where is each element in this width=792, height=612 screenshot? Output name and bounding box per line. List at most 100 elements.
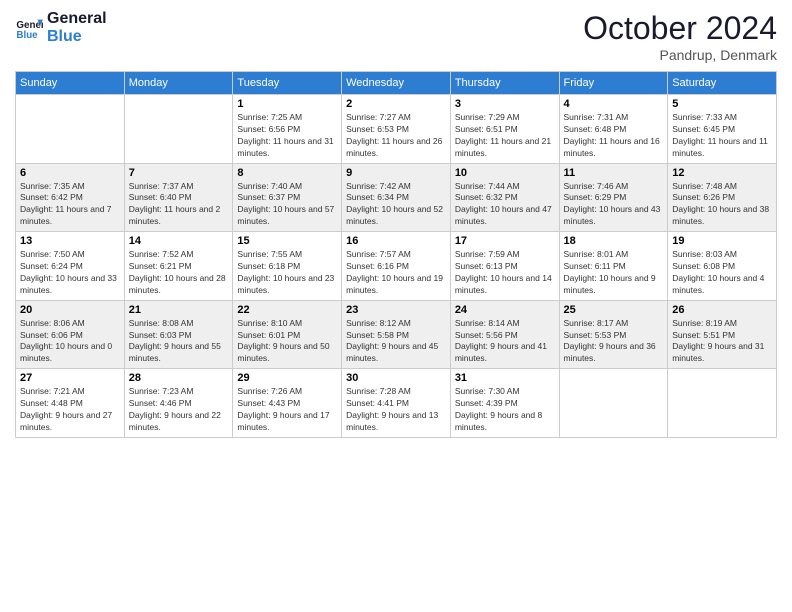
day-number: 26 — [672, 304, 772, 316]
calendar-cell: 22Sunrise: 8:10 AMSunset: 6:01 PMDayligh… — [233, 300, 342, 369]
logo-line1: General — [47, 10, 107, 28]
calendar-cell: 26Sunrise: 8:19 AMSunset: 5:51 PMDayligh… — [668, 300, 777, 369]
calendar-cell: 4 Sunrise: 7:31 AMSunset: 6:48 PMDaylight… — [559, 95, 668, 164]
calendar-week-row: 13Sunrise: 7:50 AMSunset: 6:24 PMDayligh… — [16, 232, 777, 301]
calendar-cell: 29 Sunrise: 7:26 AMSunset: 4:43 PMDayligh… — [233, 369, 342, 438]
day-number: 18 — [564, 235, 664, 247]
day-info: Sunrise: 7:21 AMSunset: 4:48 PMDaylight:… — [20, 386, 120, 434]
day-info: Sunrise: 8:06 AMSunset: 6:06 PMDaylight:… — [20, 318, 120, 366]
day-info: Sunrise: 8:01 AMSunset: 6:11 PMDaylight:… — [564, 249, 664, 297]
day-info: Sunrise: 7:44 AMSunset: 6:32 PMDaylight:… — [455, 181, 555, 229]
day-info: Sunrise: 7:31 AMSunset: 6:48 PMDaylight:… — [564, 112, 664, 160]
calendar-cell — [559, 369, 668, 438]
calendar-cell: 17 Sunrise: 7:59 AMSunset: 6:13 PMDayligh… — [450, 232, 559, 301]
calendar-cell: 11 Sunrise: 7:46 AMSunset: 6:29 PMDayligh… — [559, 163, 668, 232]
title-area: October 2024 Pandrup, Denmark — [583, 10, 777, 63]
day-number: 4 — [564, 98, 664, 110]
day-number: 12 — [672, 167, 772, 179]
weekday-header: Monday — [124, 72, 233, 95]
day-info: Sunrise: 7:28 AMSunset: 4:41 PMDaylight:… — [346, 386, 446, 434]
weekday-header: Thursday — [450, 72, 559, 95]
calendar-cell: 10 Sunrise: 7:44 AMSunset: 6:32 PMDayligh… — [450, 163, 559, 232]
calendar-cell: 9 Sunrise: 7:42 AMSunset: 6:34 PMDaylight… — [342, 163, 451, 232]
weekday-header-row: SundayMondayTuesdayWednesdayThursdayFrid… — [16, 72, 777, 95]
calendar-cell — [16, 95, 125, 164]
calendar-cell: 30 Sunrise: 7:28 AMSunset: 4:41 PMDayligh… — [342, 369, 451, 438]
day-number: 11 — [564, 167, 664, 179]
weekday-header: Friday — [559, 72, 668, 95]
day-info: Sunrise: 8:12 AMSunset: 5:58 PMDaylight:… — [346, 318, 446, 366]
day-info: Sunrise: 8:17 AMSunset: 5:53 PMDaylight:… — [564, 318, 664, 366]
day-number: 5 — [672, 98, 772, 110]
day-number: 21 — [129, 304, 229, 316]
day-info: Sunrise: 7:46 AMSunset: 6:29 PMDaylight:… — [564, 181, 664, 229]
day-number: 7 — [129, 167, 229, 179]
day-number: 17 — [455, 235, 555, 247]
calendar-week-row: 6Sunrise: 7:35 AMSunset: 6:42 PMDaylight… — [16, 163, 777, 232]
day-info: Sunrise: 7:33 AMSunset: 6:45 PMDaylight:… — [672, 112, 772, 160]
day-number: 14 — [129, 235, 229, 247]
calendar-cell: 6Sunrise: 7:35 AMSunset: 6:42 PMDaylight… — [16, 163, 125, 232]
weekday-header: Wednesday — [342, 72, 451, 95]
day-number: 25 — [564, 304, 664, 316]
day-info: Sunrise: 8:10 AMSunset: 6:01 PMDaylight:… — [237, 318, 337, 366]
weekday-header: Tuesday — [233, 72, 342, 95]
day-number: 23 — [346, 304, 446, 316]
calendar-cell: 20Sunrise: 8:06 AMSunset: 6:06 PMDayligh… — [16, 300, 125, 369]
calendar-cell: 21Sunrise: 8:08 AMSunset: 6:03 PMDayligh… — [124, 300, 233, 369]
calendar-page: General Blue General Blue October 2024 P… — [0, 0, 792, 612]
month-title: October 2024 — [583, 10, 777, 47]
calendar-cell: 24 Sunrise: 8:14 AMSunset: 5:56 PMDayligh… — [450, 300, 559, 369]
calendar-table: SundayMondayTuesdayWednesdayThursdayFrid… — [15, 71, 777, 438]
day-info: Sunrise: 7:29 AMSunset: 6:51 PMDaylight:… — [455, 112, 555, 160]
day-number: 15 — [237, 235, 337, 247]
calendar-week-row: 1 Sunrise: 7:25 AMSunset: 6:56 PMDaylight… — [16, 95, 777, 164]
day-number: 24 — [455, 304, 555, 316]
day-number: 31 — [455, 372, 555, 384]
calendar-cell: 14 Sunrise: 7:52 AMSunset: 6:21 PMDayligh… — [124, 232, 233, 301]
logo-icon: General Blue — [15, 14, 43, 42]
day-number: 28 — [129, 372, 229, 384]
svg-text:Blue: Blue — [16, 29, 38, 40]
calendar-cell: 1 Sunrise: 7:25 AMSunset: 6:56 PMDaylight… — [233, 95, 342, 164]
day-number: 1 — [237, 98, 337, 110]
calendar-cell: 5 Sunrise: 7:33 AMSunset: 6:45 PMDaylight… — [668, 95, 777, 164]
day-number: 2 — [346, 98, 446, 110]
calendar-cell: 28Sunrise: 7:23 AMSunset: 4:46 PMDayligh… — [124, 369, 233, 438]
day-number: 16 — [346, 235, 446, 247]
day-number: 19 — [672, 235, 772, 247]
day-number: 29 — [237, 372, 337, 384]
calendar-cell: 12 Sunrise: 7:48 AMSunset: 6:26 PMDayligh… — [668, 163, 777, 232]
weekday-header: Sunday — [16, 72, 125, 95]
day-info: Sunrise: 7:26 AMSunset: 4:43 PMDaylight:… — [237, 386, 337, 434]
logo-text-block: General Blue — [47, 10, 107, 45]
calendar-week-row: 27Sunrise: 7:21 AMSunset: 4:48 PMDayligh… — [16, 369, 777, 438]
day-info: Sunrise: 8:14 AMSunset: 5:56 PMDaylight:… — [455, 318, 555, 366]
calendar-cell: 18 Sunrise: 8:01 AMSunset: 6:11 PMDayligh… — [559, 232, 668, 301]
calendar-cell: 23 Sunrise: 8:12 AMSunset: 5:58 PMDayligh… — [342, 300, 451, 369]
day-number: 30 — [346, 372, 446, 384]
day-number: 10 — [455, 167, 555, 179]
day-info: Sunrise: 7:42 AMSunset: 6:34 PMDaylight:… — [346, 181, 446, 229]
day-info: Sunrise: 8:03 AMSunset: 6:08 PMDaylight:… — [672, 249, 772, 297]
day-number: 9 — [346, 167, 446, 179]
day-info: Sunrise: 7:30 AMSunset: 4:39 PMDaylight:… — [455, 386, 555, 434]
day-info: Sunrise: 7:55 AMSunset: 6:18 PMDaylight:… — [237, 249, 337, 297]
calendar-cell: 2Sunrise: 7:27 AMSunset: 6:53 PMDaylight… — [342, 95, 451, 164]
day-info: Sunrise: 7:40 AMSunset: 6:37 PMDaylight:… — [237, 181, 337, 229]
day-info: Sunrise: 7:52 AMSunset: 6:21 PMDaylight:… — [129, 249, 229, 297]
calendar-cell — [668, 369, 777, 438]
day-info: Sunrise: 7:48 AMSunset: 6:26 PMDaylight:… — [672, 181, 772, 229]
logo: General Blue General Blue — [15, 10, 107, 45]
day-number: 3 — [455, 98, 555, 110]
calendar-week-row: 20Sunrise: 8:06 AMSunset: 6:06 PMDayligh… — [16, 300, 777, 369]
location: Pandrup, Denmark — [583, 47, 777, 63]
day-number: 6 — [20, 167, 120, 179]
calendar-cell — [124, 95, 233, 164]
calendar-cell: 15 Sunrise: 7:55 AMSunset: 6:18 PMDayligh… — [233, 232, 342, 301]
day-info: Sunrise: 7:25 AMSunset: 6:56 PMDaylight:… — [237, 112, 337, 160]
logo-line2: Blue — [47, 28, 107, 46]
calendar-cell: 8 Sunrise: 7:40 AMSunset: 6:37 PMDaylight… — [233, 163, 342, 232]
day-info: Sunrise: 7:59 AMSunset: 6:13 PMDaylight:… — [455, 249, 555, 297]
day-number: 8 — [237, 167, 337, 179]
